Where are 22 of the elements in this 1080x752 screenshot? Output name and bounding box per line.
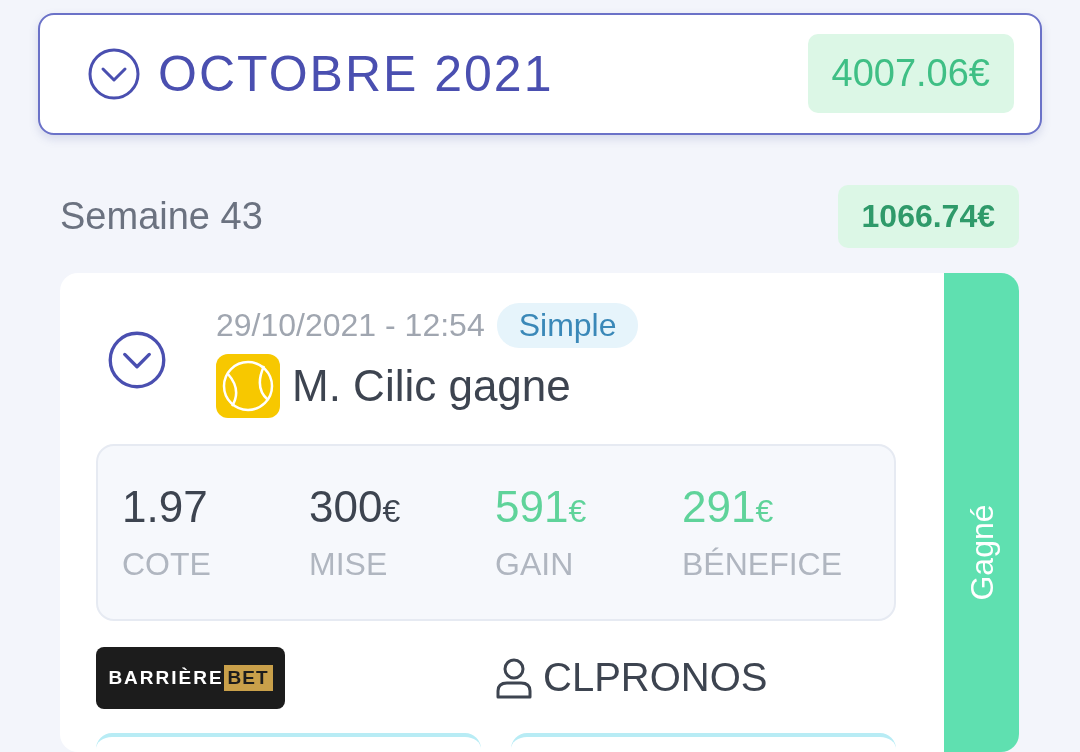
week-title: Semaine 43 [60,194,263,238]
month-total: 4007.06€ [807,34,1014,114]
stat-value: 591€ [495,481,588,532]
stat-value: 1.97 [122,481,209,532]
stat-value: 291€ [682,481,775,532]
bet-date: 29/10/2021 - 12:54 [216,306,485,344]
month-header[interactable]: OCTOBRE 2021 4007.06€ [38,13,1042,135]
stat-value: 300€ [309,481,402,532]
bet-type-tag: Simple [496,302,639,348]
chevron-down-icon[interactable] [88,47,140,100]
chevron-down-icon[interactable] [108,331,166,390]
week-total: 1066.74€ [837,184,1019,248]
bet-title: M. Cilic gagne [292,360,571,411]
status-strip: Gagné [944,272,1019,752]
stat-label: COTE [122,545,212,583]
user-icon [495,656,533,699]
stat-label: GAIN [495,545,575,583]
month-title: OCTOBRE 2021 [158,44,555,103]
stat-label: BÉNEFICE [682,545,844,583]
bookmaker-logo: BARRIÈRE BET [96,646,285,709]
tipster-name: CLPRONOS [495,655,768,701]
stat-label: MISE [309,545,389,583]
